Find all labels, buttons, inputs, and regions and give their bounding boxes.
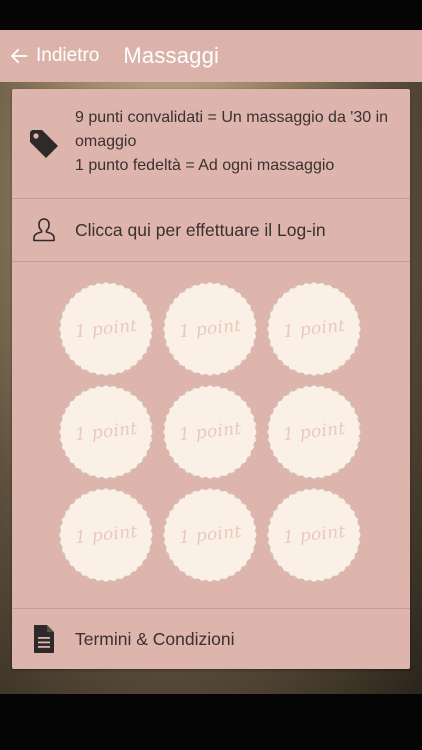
document-icon [26, 621, 62, 657]
app-bar: Indietro Massaggi [0, 30, 422, 82]
status-bar [0, 0, 422, 30]
user-outline-icon [26, 212, 62, 248]
loyalty-stamp: 1 point [162, 281, 258, 377]
loyalty-stamp: 1 point [58, 281, 154, 377]
loyalty-stamp: 1 point [266, 487, 362, 583]
loyalty-stamp: 1 point [266, 281, 362, 377]
loyalty-card: 9 punti convalidati = Un massaggio da '3… [12, 89, 410, 669]
stamps-grid: 1 point 1 point 1 point 1 point 1 point 1 poi… [58, 281, 364, 583]
login-label: Clicca qui per effettuare il Log-in [75, 220, 326, 240]
back-button[interactable]: Indietro [0, 30, 109, 82]
loyalty-stamp: 1 point [162, 487, 258, 583]
reward-text: 9 punti convalidati = Un massaggio da '3… [75, 109, 389, 150]
arrow-left-icon [10, 48, 28, 64]
terms-label: Termini & Condizioni [75, 629, 235, 649]
loyalty-stamp: 1 point [58, 384, 154, 480]
promo-row: 9 punti convalidati = Un massaggio da '3… [12, 89, 410, 198]
terms-row[interactable]: Termini & Condizioni [12, 609, 410, 669]
loyalty-stamp: 1 point [266, 384, 362, 480]
divider [12, 261, 410, 262]
page-title: Massaggi [123, 43, 220, 68]
login-row[interactable]: Clicca qui per effettuare il Log-in [12, 199, 410, 261]
points-text: 1 punto fedeltà = Ad ogni massaggio [75, 157, 335, 174]
navigation-bar [0, 694, 422, 750]
loyalty-stamp: 1 point [58, 487, 154, 583]
loyalty-stamp: 1 point [162, 384, 258, 480]
back-label: Indietro [36, 45, 100, 66]
price-tag-icon [26, 126, 62, 162]
